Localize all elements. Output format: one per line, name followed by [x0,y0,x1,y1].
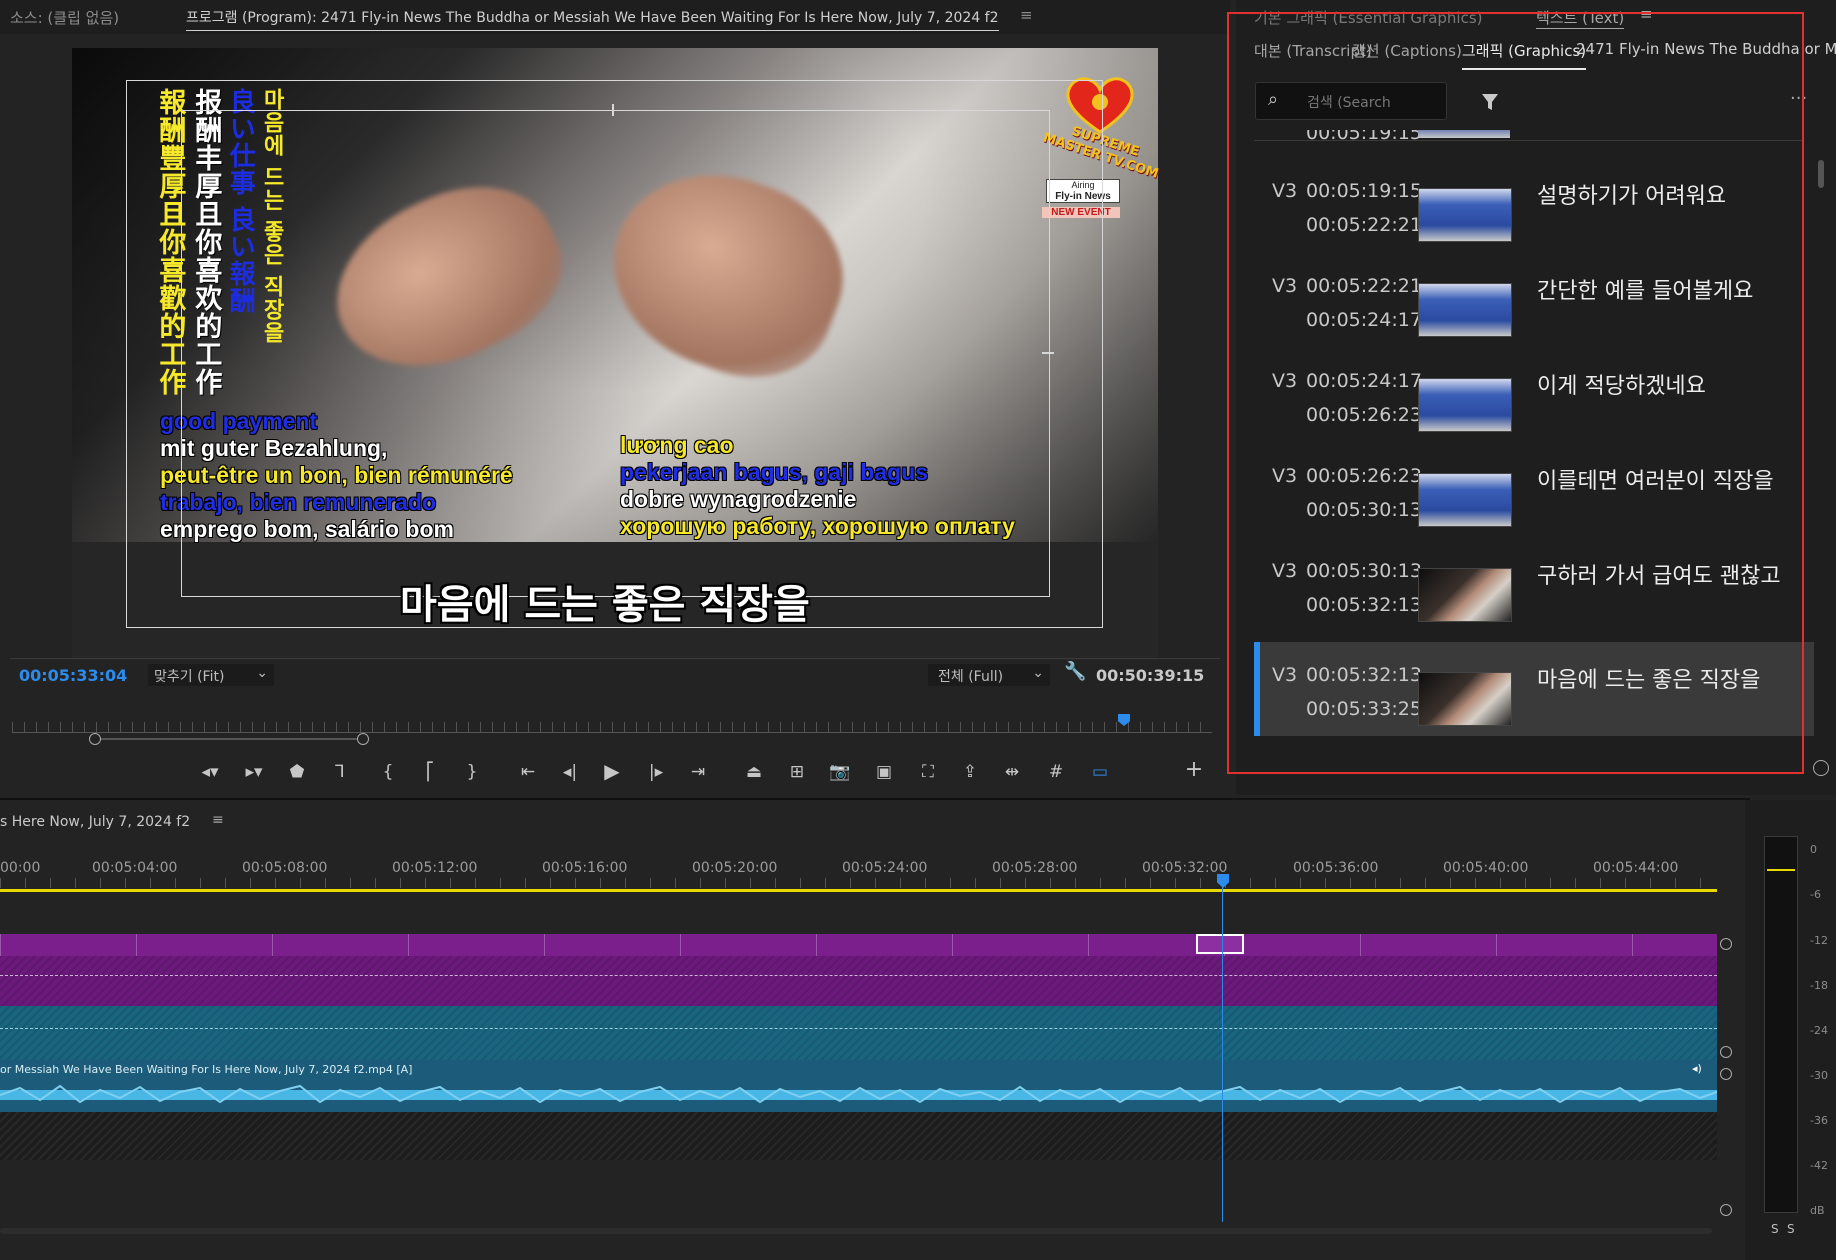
ruler-label: 00:05:32:00 [1142,860,1228,876]
toggle-proxies-icon[interactable]: ⛶ [914,762,942,782]
program-monitor-tab[interactable]: 프로그램 (Program): 2471 Fly-in News The Bud… [186,7,999,31]
ruler-label: 00:05:40:00 [1443,860,1529,876]
db-scale-label: -24 [1810,1024,1828,1037]
audio-peak-indicator [1767,869,1795,871]
db-scale-label: -36 [1810,1114,1828,1127]
mark-in-icon[interactable]: { [374,762,402,782]
db-scale-label: -6 [1810,888,1821,901]
zoom-handle-right[interactable] [357,733,369,745]
lift-icon[interactable]: ⏏ [740,762,768,782]
audio-waveform [0,1084,1717,1104]
resolution-dropdown-value: 전체 (Full) [938,669,1004,685]
multi-camera-icon[interactable]: ▭ [1086,762,1114,782]
caption-track-v3[interactable] [0,934,1717,956]
add-marker-icon[interactable]: ⬟ [283,762,311,782]
work-area-bar[interactable] [0,889,1717,892]
highlight-box [1227,12,1804,774]
go-to-in-icon[interactable]: ⎡ [416,762,444,782]
audio-speaker-icon: ◂) [1692,1062,1702,1075]
caption-list-scrollbar[interactable] [1818,160,1824,188]
mark-in-out-icon[interactable]: ◂▾ [196,762,224,782]
graphics-track-v2[interactable] [0,956,1717,1006]
comparison-view-icon[interactable]: ▣ [870,762,898,782]
timeline-playhead-line[interactable] [1222,886,1223,1222]
go-to-out-icon[interactable]: } [458,762,486,782]
ruler-label: 00:05:44:00 [1593,860,1679,876]
ruler-label: 00:05:12:00 [392,860,478,876]
safe-margins-icon[interactable]: # [1042,762,1070,782]
title-safe-guide [181,110,1050,597]
play-icon[interactable]: ▶ [598,759,626,783]
ruler-label: 00:00 [0,860,41,876]
ruler-label: 00:05:04:00 [92,860,178,876]
zoom-handle-left[interactable] [89,733,101,745]
db-scale-label: 0 [1810,843,1817,856]
step-forward-icon[interactable]: |▸ [642,762,670,782]
selected-caption-clip[interactable] [1196,934,1244,954]
sequence-tab[interactable]: s Here Now, July 7, 2024 f2 [0,814,190,830]
zoom-dropdown-value: 맞추기 (Fit) [154,669,225,685]
playhead-timecode[interactable]: 00:05:33:04 [19,666,127,685]
zoom-dropdown[interactable]: 맞추기 (Fit) ⌄ [148,664,274,686]
empty-audio-track[interactable] [0,1112,1717,1160]
program-monitor-header: 소스: (클립 없음) 프로그램 (Program): 2471 Fly-in … [0,0,1230,34]
chevron-down-icon: ⌄ [256,665,268,681]
export-frame-icon[interactable]: ⇪ [956,762,984,782]
step-back-icon[interactable]: ◂| [556,762,584,782]
add-marker-out-icon[interactable]: ▸▾ [240,762,268,782]
video-track-v1[interactable] [0,1006,1717,1060]
db-scale-label: -30 [1810,1069,1828,1082]
ruler-label: 00:05:20:00 [692,860,778,876]
extract-icon[interactable]: ⊞ [783,762,811,782]
safe-guide-tick-top [612,104,614,116]
viewer-zoom-bar[interactable] [94,738,362,740]
db-scale-label: -12 [1810,934,1828,947]
mark-out-icon[interactable]: ⅂ [326,762,354,782]
track-scroll-handle[interactable] [1720,1046,1732,1058]
wrench-icon[interactable]: 🔧 [1064,661,1086,682]
panel-divider [0,798,1750,800]
caption-overlay[interactable]: 마음에 드는 좋은 직장을 [400,572,810,630]
track-scroll-handle[interactable] [1720,1068,1732,1080]
viewer-time-ruler[interactable] [12,722,1212,733]
viewer-divider [10,658,1220,659]
ruler-label: 00:05:16:00 [542,860,628,876]
timeline-horizontal-scrollbar[interactable] [0,1228,1712,1234]
timeline-ruler[interactable] [0,878,1717,888]
panel-resize-handle[interactable] [1813,760,1829,776]
program-panel-menu-icon[interactable]: ≡ [1020,6,1033,24]
track-scroll-handle[interactable] [1720,938,1732,950]
ruler-label: 00:05:28:00 [992,860,1078,876]
keyframe-line-v1 [0,1028,1717,1029]
db-scale-label: -18 [1810,979,1828,992]
go-to-next-edit-icon[interactable]: ⇥ [684,762,712,782]
db-scale-label: -42 [1810,1159,1828,1172]
audio-meter-bar [1764,836,1798,1213]
track-scroll-handle[interactable] [1720,1204,1732,1216]
audio-clip-name: or Messiah We Have Been Waiting For Is H… [0,1063,413,1076]
source-monitor-tab[interactable]: 소스: (클립 없음) [10,7,119,28]
resolution-dropdown[interactable]: 전체 (Full) ⌄ [928,664,1050,686]
sequence-menu-icon[interactable]: ≡ [212,812,224,828]
trim-icon[interactable]: ⇹ [998,762,1026,782]
duration-timecode: 00:50:39:15 [1096,666,1205,685]
add-button-icon[interactable]: + [1180,757,1208,782]
safe-guide-tick-right [1042,352,1054,354]
chevron-down-icon: ⌄ [1032,665,1044,681]
solo-left-button[interactable]: S [1771,1222,1779,1236]
db-scale-label: dB [1810,1204,1825,1217]
camera-icon[interactable]: 📷 [826,762,854,782]
audio-track-a1[interactable]: or Messiah We Have Been Waiting For Is H… [0,1060,1717,1112]
ruler-label: 00:05:36:00 [1293,860,1379,876]
ruler-label: 00:05:24:00 [842,860,928,876]
ruler-label: 00:05:08:00 [242,860,328,876]
go-to-previous-edit-icon[interactable]: ⇤ [514,762,542,782]
keyframe-line-v2 [0,975,1717,976]
solo-right-button[interactable]: S [1787,1222,1795,1236]
